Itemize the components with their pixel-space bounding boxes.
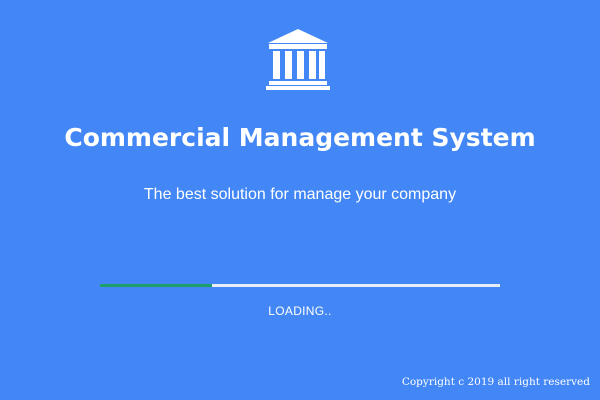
loading-label: LOADING.. bbox=[268, 304, 332, 318]
bank-building-icon bbox=[265, 28, 331, 90]
app-subtitle: The best solution for manage your compan… bbox=[143, 186, 457, 203]
splash-screen: Commercial Management System The best so… bbox=[0, 0, 600, 400]
app-title: Commercial Management System bbox=[64, 123, 536, 152]
loading-progress-fill bbox=[100, 284, 212, 287]
copyright-text: Copyright c 2019 all right reserved bbox=[401, 376, 590, 388]
loading-progress-bar bbox=[100, 284, 500, 287]
